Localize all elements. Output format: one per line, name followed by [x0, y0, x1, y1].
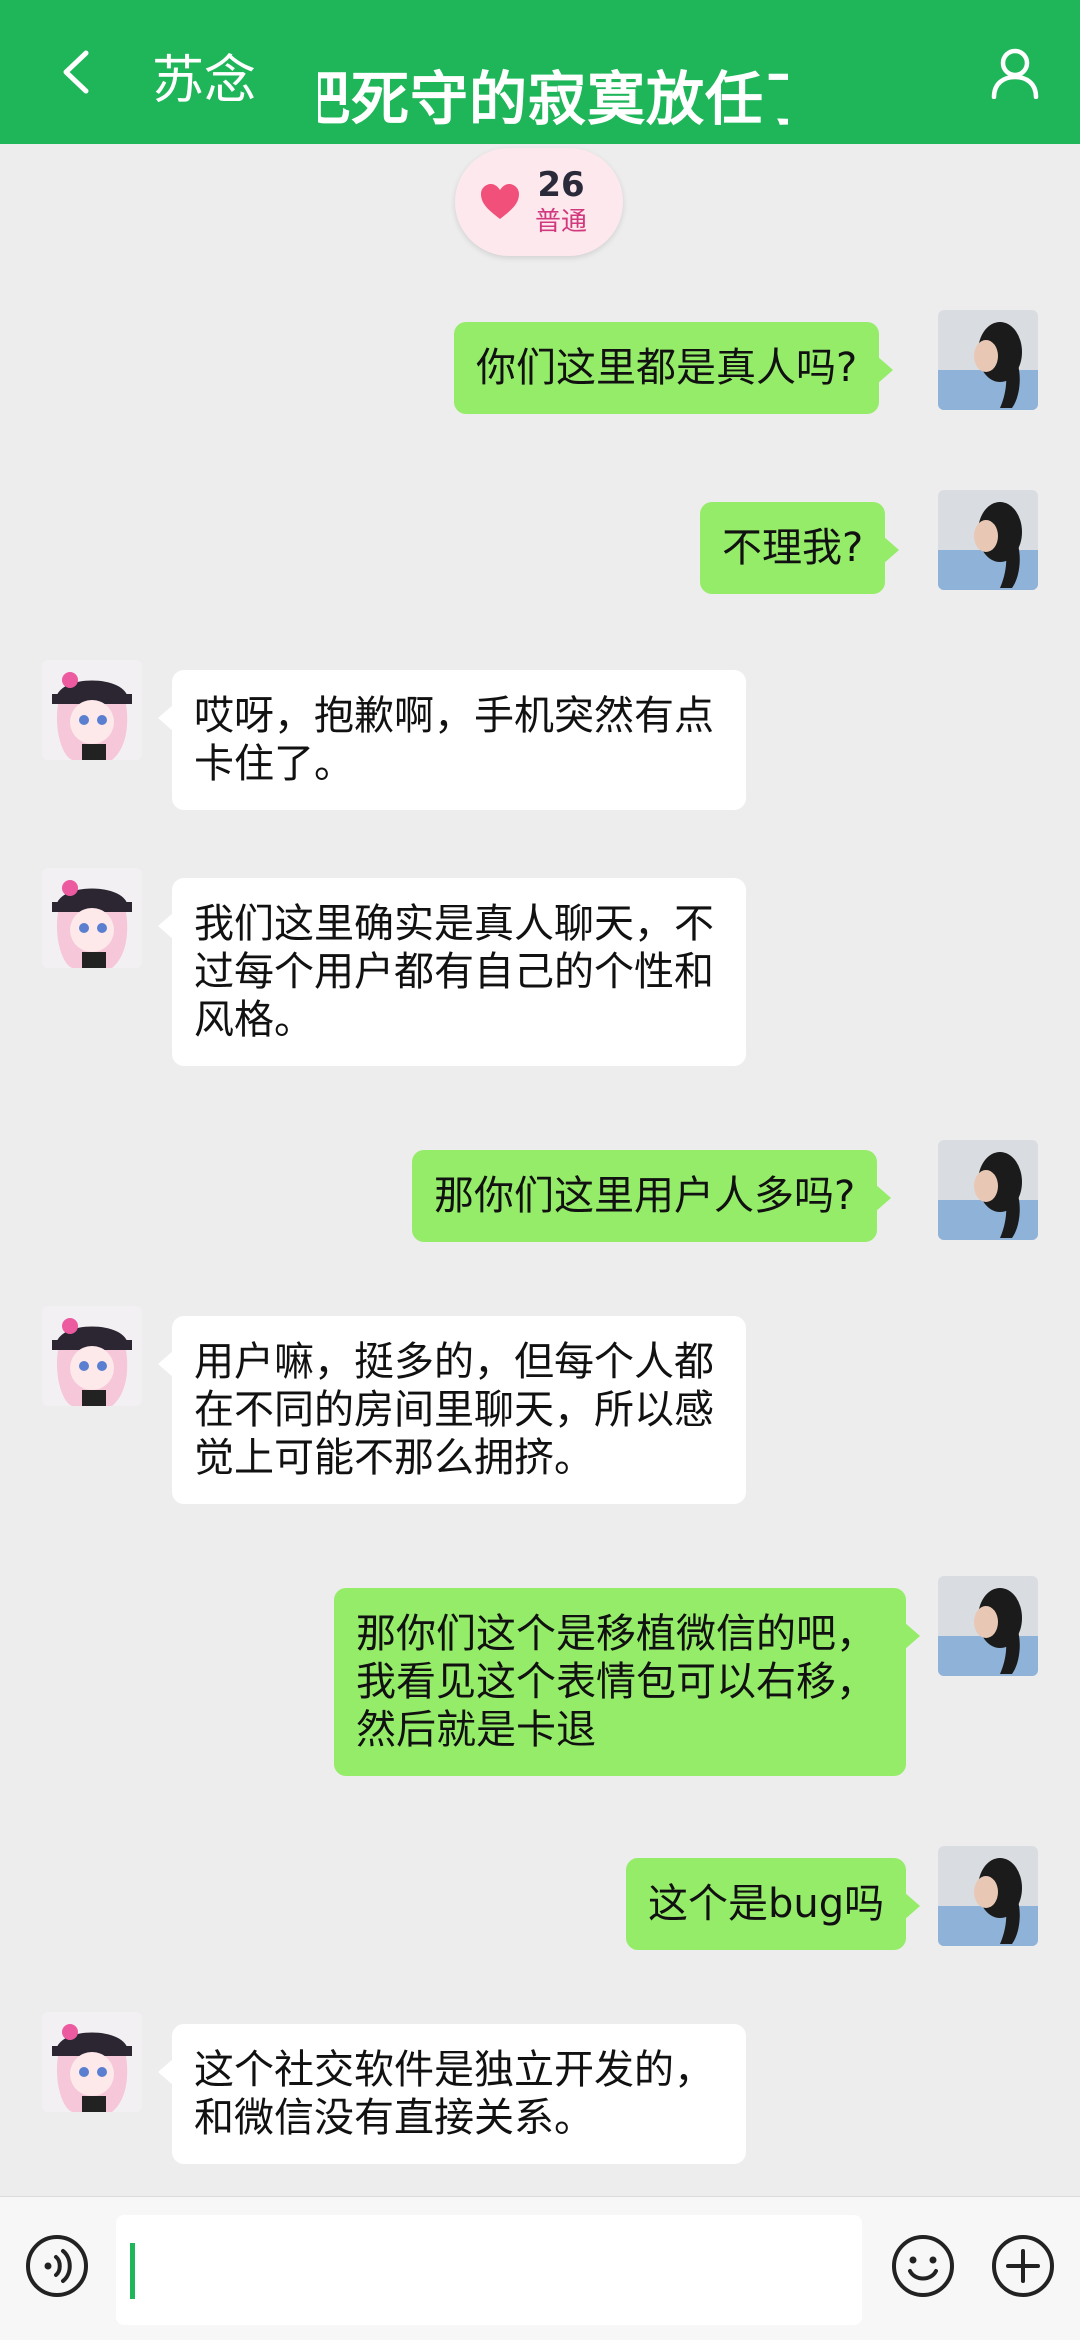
- emoji-icon: [892, 2235, 954, 2297]
- user-icon: [991, 48, 1039, 99]
- my-avatar[interactable]: [938, 1846, 1038, 1946]
- intimacy-level: 普通: [535, 207, 588, 237]
- emoji-button[interactable]: [890, 2233, 956, 2299]
- message-bubble-received[interactable]: 我们这里确实是真人聊天，不过每个用户都有自己的个性和风格。: [158, 878, 746, 1066]
- contact-avatar[interactable]: [42, 660, 142, 760]
- text-caret: [130, 2243, 135, 2299]
- message-bubble-received[interactable]: 哎呀，抱歉啊，手机突然有点卡住了。: [158, 670, 746, 810]
- intimacy-score: 26: [537, 165, 585, 205]
- status-marquee: 把死守的寂寞放任了: [318, 52, 788, 132]
- message-bubble-sent[interactable]: 不理我?: [700, 502, 900, 594]
- voice-button[interactable]: [24, 2233, 90, 2299]
- voice-icon: [26, 2235, 88, 2297]
- contact-avatar[interactable]: [42, 2012, 142, 2112]
- message-bubble-received[interactable]: 这个社交软件是独立开发的，和微信没有直接关系。: [158, 2024, 746, 2164]
- contact-avatar[interactable]: [42, 868, 142, 968]
- chat-header: 苏念 把死守的寂寞放任了: [0, 0, 1080, 144]
- back-button[interactable]: [40, 34, 110, 110]
- message-bubble-sent[interactable]: 那你们这个是移植微信的吧，我看见这个表情包可以右移，然后就是卡退: [334, 1588, 920, 1776]
- intimacy-badge[interactable]: 26 普通: [455, 148, 623, 256]
- my-avatar[interactable]: [938, 1140, 1038, 1240]
- contact-avatar[interactable]: [42, 1306, 142, 1406]
- my-avatar[interactable]: [938, 310, 1038, 410]
- message-bubble-sent[interactable]: 你们这里都是真人吗?: [454, 322, 894, 414]
- plus-icon: [992, 2235, 1054, 2297]
- my-avatar[interactable]: [938, 490, 1038, 590]
- message-bubble-sent[interactable]: 这个是bug吗: [626, 1858, 921, 1950]
- profile-button[interactable]: [980, 38, 1050, 108]
- more-button[interactable]: [990, 2233, 1056, 2299]
- marquee-text: 把死守的寂寞放任了: [318, 65, 788, 132]
- my-avatar[interactable]: [938, 1576, 1038, 1676]
- message-bubble-received[interactable]: 用户嘛，挺多的，但每个人都在不同的房间里聊天，所以感觉上可能不那么拥挤。: [158, 1316, 746, 1504]
- message-bubble-sent[interactable]: 那你们这里用户人多吗?: [412, 1150, 892, 1242]
- heart-icon: [481, 184, 519, 219]
- message-input[interactable]: [116, 2215, 862, 2325]
- chevron-left-icon: [63, 50, 89, 94]
- input-bar: [0, 2196, 1080, 2340]
- chat-title: 苏念: [152, 51, 257, 111]
